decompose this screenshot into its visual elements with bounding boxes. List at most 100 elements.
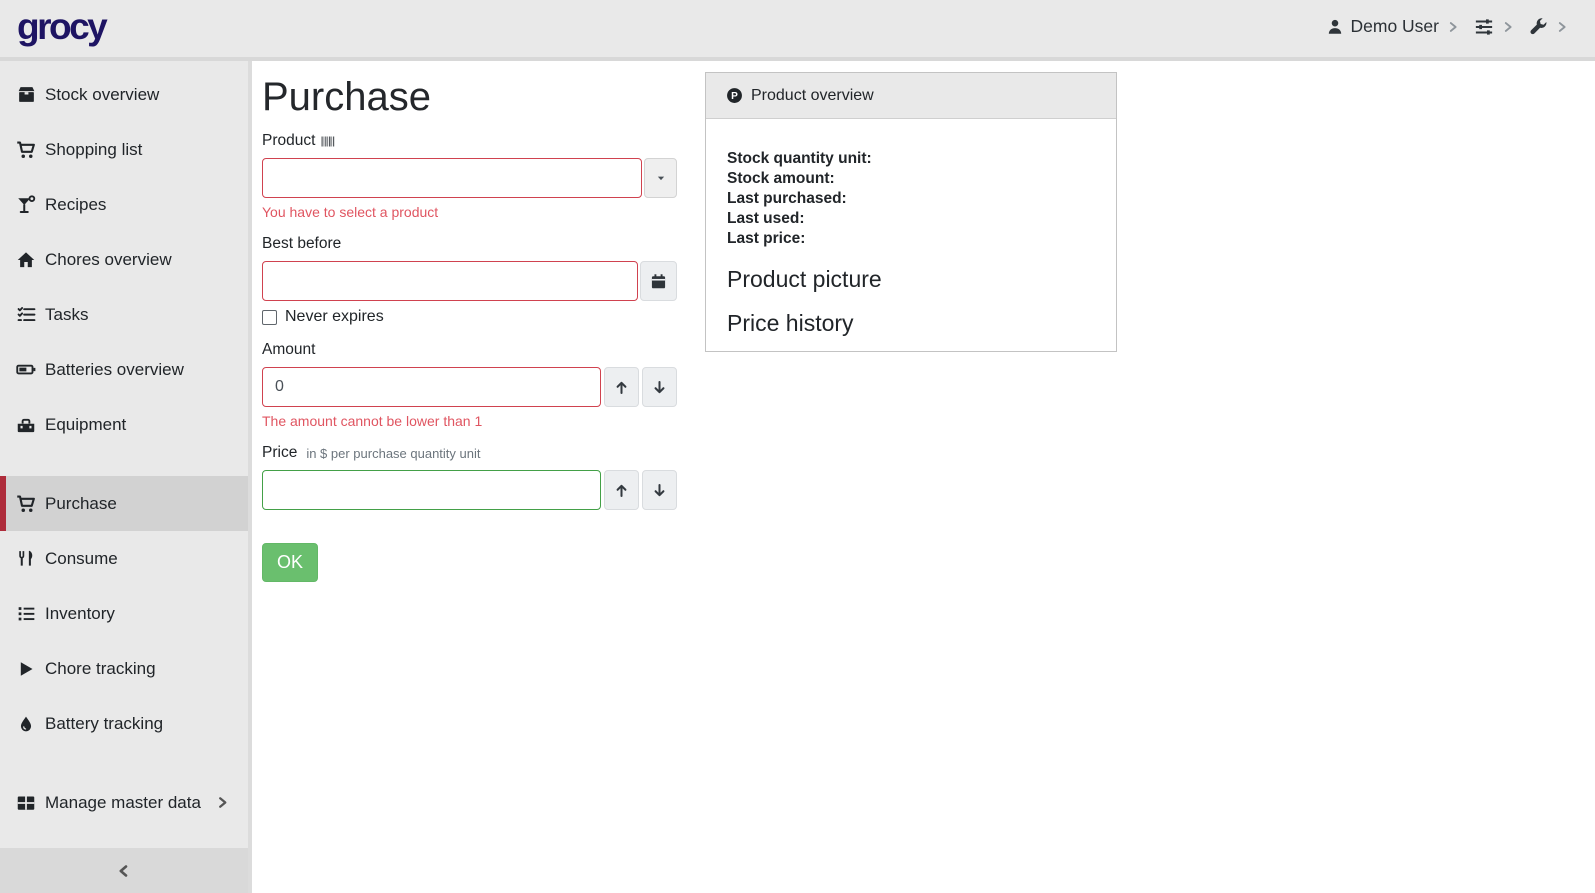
sidebar-item-label: Tasks <box>45 305 88 325</box>
sidebar-item-label: Recipes <box>45 195 106 215</box>
product-overview-title: Product overview <box>751 87 874 105</box>
chevron-right-icon <box>215 795 230 810</box>
svg-text:P: P <box>731 91 738 102</box>
list-icon <box>16 604 36 623</box>
sidebar-item-label: Inventory <box>45 604 115 624</box>
sidebar-item-label: Chores overview <box>45 250 172 270</box>
settings-menu-toggle[interactable] <box>1474 17 1515 37</box>
wrench-icon <box>1529 17 1548 36</box>
user-menu-toggle[interactable]: Demo User <box>1326 16 1461 37</box>
never-expires-label: Never expires <box>285 308 384 326</box>
product-overview-body: Stock quantity unit: Stock amount: Last … <box>706 119 1116 337</box>
cart-icon <box>16 494 36 514</box>
sidebar-item-battery-tracking[interactable]: Battery tracking <box>0 696 248 751</box>
sidebar-item-label: Shopping list <box>45 140 142 160</box>
battery-icon <box>16 359 36 380</box>
product-overview-card: P Product overview Stock quantity unit: … <box>705 72 1117 352</box>
price-decrement-button[interactable] <box>642 470 677 510</box>
never-expires-checkbox[interactable] <box>262 310 277 325</box>
arrow-down-icon <box>651 482 668 499</box>
sidebar-item-tasks[interactable]: Tasks <box>0 287 248 342</box>
sidebar-item-purchase[interactable]: Purchase <box>0 476 248 531</box>
play-icon <box>16 660 36 678</box>
sidebar-item-label: Equipment <box>45 415 126 435</box>
arrow-down-icon <box>651 379 668 396</box>
barcode-icon <box>321 135 336 148</box>
purchase-form: Product You have to select a product Bes… <box>262 132 677 582</box>
best-before-group: Best before Never expires <box>262 235 677 326</box>
user-name: Demo User <box>1351 16 1440 37</box>
arrow-up-icon <box>613 379 630 396</box>
amount-decrement-button[interactable] <box>642 367 677 407</box>
calendar-button[interactable] <box>640 261 677 301</box>
caret-down-icon <box>654 171 668 185</box>
tasks-icon <box>16 305 36 324</box>
sidebar-item-label: Batteries overview <box>45 360 184 380</box>
never-expires-row: Never expires <box>262 308 677 326</box>
amount-increment-button[interactable] <box>604 367 639 407</box>
sidebar-item-manage-master-data[interactable]: Manage master data <box>0 775 248 830</box>
sidebar-item-label: Chore tracking <box>45 659 156 679</box>
last-price-label: Last price: <box>727 229 1095 249</box>
droplet-icon <box>16 715 36 733</box>
product-input[interactable] <box>262 158 642 198</box>
best-before-label: Best before <box>262 235 341 253</box>
sidebar-item-stock-overview[interactable]: Stock overview <box>0 67 248 122</box>
sidebar-item-label: Battery tracking <box>45 714 163 734</box>
last-purchased-label: Last purchased: <box>727 189 1095 209</box>
stock-amount-label: Stock amount: <box>727 169 1095 189</box>
stock-quantity-unit-label: Stock quantity unit: <box>727 149 1095 169</box>
price-increment-button[interactable] <box>604 470 639 510</box>
price-hint: in $ per purchase quantity unit <box>306 446 480 461</box>
home-icon <box>16 250 36 270</box>
sidebar-item-chore-tracking[interactable]: Chore tracking <box>0 641 248 696</box>
user-icon <box>1326 18 1344 36</box>
chevron-right-icon <box>1446 20 1460 34</box>
price-history-heading: Price history <box>727 310 1095 337</box>
admin-menu-toggle[interactable] <box>1529 17 1569 36</box>
amount-input[interactable] <box>262 367 601 407</box>
product-overview-header: P Product overview <box>706 73 1116 119</box>
product-error: You have to select a product <box>262 204 677 220</box>
amount-label: Amount <box>262 341 315 359</box>
chevron-right-icon <box>1501 20 1515 34</box>
topbar: grocy Demo User <box>0 0 1595 61</box>
cart-icon <box>16 140 36 160</box>
product-dropdown-button[interactable] <box>644 158 677 198</box>
amount-error: The amount cannot be lower than 1 <box>262 413 677 429</box>
grocy-logo[interactable]: grocy <box>17 6 105 48</box>
ok-button[interactable]: OK <box>262 543 318 582</box>
last-used-label: Last used: <box>727 209 1095 229</box>
sidebar-item-batteries-overview[interactable]: Batteries overview <box>0 342 248 397</box>
product-picture-heading: Product picture <box>727 266 1095 293</box>
product-label: Product <box>262 132 315 150</box>
sidebar-item-label: Consume <box>45 549 118 569</box>
sidebar: Stock overview Shopping list Recipes Cho… <box>0 61 252 893</box>
price-input[interactable] <box>262 470 601 510</box>
box-icon <box>16 85 36 104</box>
sidebar-item-recipes[interactable]: Recipes <box>0 177 248 232</box>
product-circle-icon: P <box>726 87 743 104</box>
toolbox-icon <box>16 415 36 435</box>
product-group: Product You have to select a product <box>262 132 677 220</box>
price-label: Price <box>262 444 297 462</box>
amount-group: Amount The amount cannot be lower than 1 <box>262 341 677 429</box>
arrow-up-icon <box>613 482 630 499</box>
sidebar-item-label: Manage master data <box>45 793 201 813</box>
sidebar-item-equipment[interactable]: Equipment <box>0 397 248 452</box>
sidebar-collapse-toggle[interactable] <box>0 848 248 893</box>
sidebar-item-chores-overview[interactable]: Chores overview <box>0 232 248 287</box>
table-icon <box>16 793 36 813</box>
topbar-menus: Demo User <box>1326 16 1570 37</box>
sidebar-item-consume[interactable]: Consume <box>0 531 248 586</box>
price-group: Price in $ per purchase quantity unit <box>262 444 677 510</box>
sidebar-item-shopping-list[interactable]: Shopping list <box>0 122 248 177</box>
sidebar-item-label: Stock overview <box>45 85 159 105</box>
calendar-icon <box>650 273 667 290</box>
sidebar-item-inventory[interactable]: Inventory <box>0 586 248 641</box>
sidebar-item-label: Purchase <box>45 494 117 514</box>
chevron-left-icon <box>116 863 132 879</box>
cocktail-icon <box>16 195 36 215</box>
best-before-input[interactable] <box>262 261 638 301</box>
utensils-icon <box>16 549 36 568</box>
